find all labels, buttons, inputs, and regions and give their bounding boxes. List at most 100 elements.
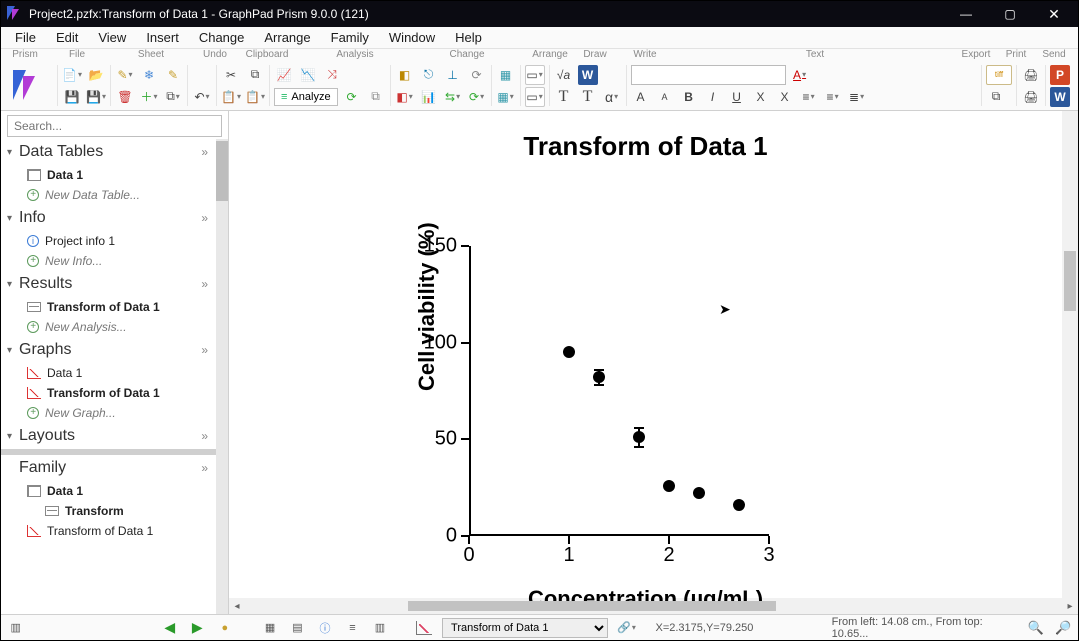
print-opts-button[interactable]: 🖨 <box>1021 87 1041 107</box>
nav-family-item[interactable]: Data 1 <box>1 481 216 501</box>
superscript-button[interactable]: X <box>751 87 771 107</box>
subscript-button[interactable]: X <box>775 87 795 107</box>
menu-insert[interactable]: Insert <box>136 28 189 47</box>
font-size-inc-button[interactable]: A <box>655 87 675 107</box>
prev-sheet-button[interactable]: ◀ <box>161 619 178 637</box>
data-point[interactable] <box>663 480 675 492</box>
nav-item[interactable]: Data 1 <box>1 363 216 383</box>
scroll-right-icon[interactable]: ▸ <box>1062 601 1078 612</box>
font-family-select[interactable] <box>631 65 786 85</box>
analysis-opts-button[interactable]: ⧉ <box>366 87 386 107</box>
navigator-scrollbar[interactable] <box>216 139 228 614</box>
canvas-vertical-scrollbar[interactable] <box>1062 111 1078 598</box>
nav-item[interactable]: +New Info... <box>1 251 216 271</box>
plot-area[interactable]: 0501001500123 <box>469 246 769 536</box>
nav-section-graphs[interactable]: ▾Graphs» <box>1 337 216 363</box>
menu-view[interactable]: View <box>88 28 136 47</box>
nav-family-item[interactable]: Transform <box>1 501 216 521</box>
zoom-in-button[interactable]: 🔎 <box>1054 619 1071 637</box>
open-file-button[interactable]: 📂 <box>86 65 106 85</box>
menu-change[interactable]: Change <box>189 28 255 47</box>
change-graph-button[interactable]: 📊 <box>419 87 439 107</box>
print-button[interactable]: 🖨 <box>1021 65 1041 85</box>
sb-results-view-button[interactable]: ≡ <box>344 619 361 637</box>
align-left-button[interactable]: ≡▾ <box>799 87 819 107</box>
write-alpha-button[interactable]: α▾ <box>602 87 622 107</box>
copy-button[interactable]: ⧉ <box>245 65 265 85</box>
nav-item[interactable]: iProject info 1 <box>1 231 216 251</box>
sb-globe-button[interactable]: ● <box>216 619 233 637</box>
nav-item[interactable]: Data 1 <box>1 165 216 185</box>
undo-button[interactable]: ↶▾ <box>192 87 212 107</box>
nav-item[interactable]: +New Graph... <box>1 403 216 423</box>
paste-special-button[interactable]: 📋▾ <box>245 87 265 107</box>
nav-section-layouts[interactable]: ▾Layouts» <box>1 423 216 449</box>
send-ppt-button[interactable]: P <box>1050 65 1070 85</box>
change-more-button[interactable]: ⟳▾ <box>467 87 487 107</box>
x-axis[interactable] <box>469 534 769 536</box>
font-color-button[interactable]: A▾ <box>790 65 810 85</box>
graph-canvas[interactable]: Transform of Data 1 0501001500123 Cell v… <box>229 111 1062 598</box>
nav-section-family[interactable]: Family» <box>1 455 216 481</box>
paste-button[interactable]: 📋▾ <box>221 87 241 107</box>
sb-link-button[interactable]: 🔗▾ <box>618 619 636 637</box>
export-more-button[interactable]: ⧉ <box>986 87 1006 107</box>
data-point[interactable] <box>563 346 575 358</box>
prism-logo-icon[interactable] <box>9 66 49 106</box>
nav-item[interactable]: +New Data Table... <box>1 185 216 205</box>
bullets-button[interactable]: ≣▾ <box>847 87 867 107</box>
analysis-redo-button[interactable]: ⟳ <box>342 87 362 107</box>
sb-table-view-button[interactable]: ▦ <box>261 619 278 637</box>
sheet-select[interactable]: Transform of Data 1 <box>442 618 607 638</box>
nav-section-info[interactable]: ▾Info» <box>1 205 216 231</box>
zoom-out-button[interactable]: 🔍 <box>1027 619 1044 637</box>
arrange-group-button[interactable]: ▦▾ <box>496 87 516 107</box>
analysis-c-button[interactable]: ⤨ <box>322 65 342 85</box>
analysis-a-button[interactable]: 📈 <box>274 65 294 85</box>
font-size-dec-button[interactable]: A <box>631 87 651 107</box>
menu-arrange[interactable]: Arrange <box>254 28 320 47</box>
change-xy-button[interactable]: ⇆▾ <box>443 87 463 107</box>
data-point[interactable] <box>693 487 705 499</box>
nav-section-data-tables[interactable]: ▾Data Tables» <box>1 139 216 165</box>
analysis-b-button[interactable]: 📉 <box>298 65 318 85</box>
write-eq-button[interactable]: √a <box>554 65 574 85</box>
menu-edit[interactable]: Edit <box>46 28 88 47</box>
data-point[interactable] <box>633 431 645 443</box>
minimize-button[interactable]: — <box>944 1 988 27</box>
data-point[interactable] <box>593 371 605 383</box>
arrange-align-button[interactable]: ▦ <box>496 65 516 85</box>
search-input[interactable] <box>7 115 222 137</box>
export-tiff-button[interactable]: tiff <box>986 65 1012 85</box>
change-axes-button[interactable]: ⊥ <box>443 65 463 85</box>
change-colors-button[interactable]: ◧▾ <box>395 87 415 107</box>
sb-layout-view-button[interactable]: ▥ <box>371 619 388 637</box>
cut-button[interactable]: ✂ <box>221 65 241 85</box>
change-refresh-button[interactable]: ⟳ <box>467 65 487 85</box>
menu-window[interactable]: Window <box>379 28 445 47</box>
change-b-button[interactable]: ⎋ <box>419 65 439 85</box>
next-sheet-button[interactable]: ▶ <box>189 619 206 637</box>
sb-panel-toggle-button[interactable]: ▥ <box>7 619 24 637</box>
chart-title[interactable]: Transform of Data 1 <box>229 131 1062 162</box>
draw-shape-button[interactable]: ▭▾ <box>525 65 545 85</box>
menu-file[interactable]: File <box>5 28 46 47</box>
sb-info-view-button[interactable]: ⓘ <box>316 619 333 637</box>
add-sheet-button[interactable]: ＋▾ <box>139 87 159 107</box>
analyze-button[interactable]: ≡Analyze <box>274 88 338 106</box>
write-word-button[interactable]: W <box>578 65 598 85</box>
nav-item[interactable]: Transform of Data 1 <box>1 383 216 403</box>
draw-line-button[interactable]: ▭▾ <box>525 87 545 107</box>
italic-button[interactable]: I <box>703 87 723 107</box>
write-text2-button[interactable]: T <box>578 87 598 107</box>
underline-button[interactable]: U <box>727 87 747 107</box>
nav-item[interactable]: Transform of Data 1 <box>1 297 216 317</box>
duplicate-sheet-button[interactable]: ⧉▾ <box>163 87 183 107</box>
sb-grid-view-button[interactable]: ▤ <box>289 619 306 637</box>
nav-family-item[interactable]: Transform of Data 1 <box>1 521 216 541</box>
close-button[interactable]: ✕ <box>1032 1 1076 27</box>
change-a-button[interactable]: ◧ <box>395 65 415 85</box>
delete-sheet-button[interactable]: 🗑 <box>115 87 135 107</box>
new-file-button[interactable]: 📄▾ <box>62 65 82 85</box>
nav-item[interactable]: +New Analysis... <box>1 317 216 337</box>
